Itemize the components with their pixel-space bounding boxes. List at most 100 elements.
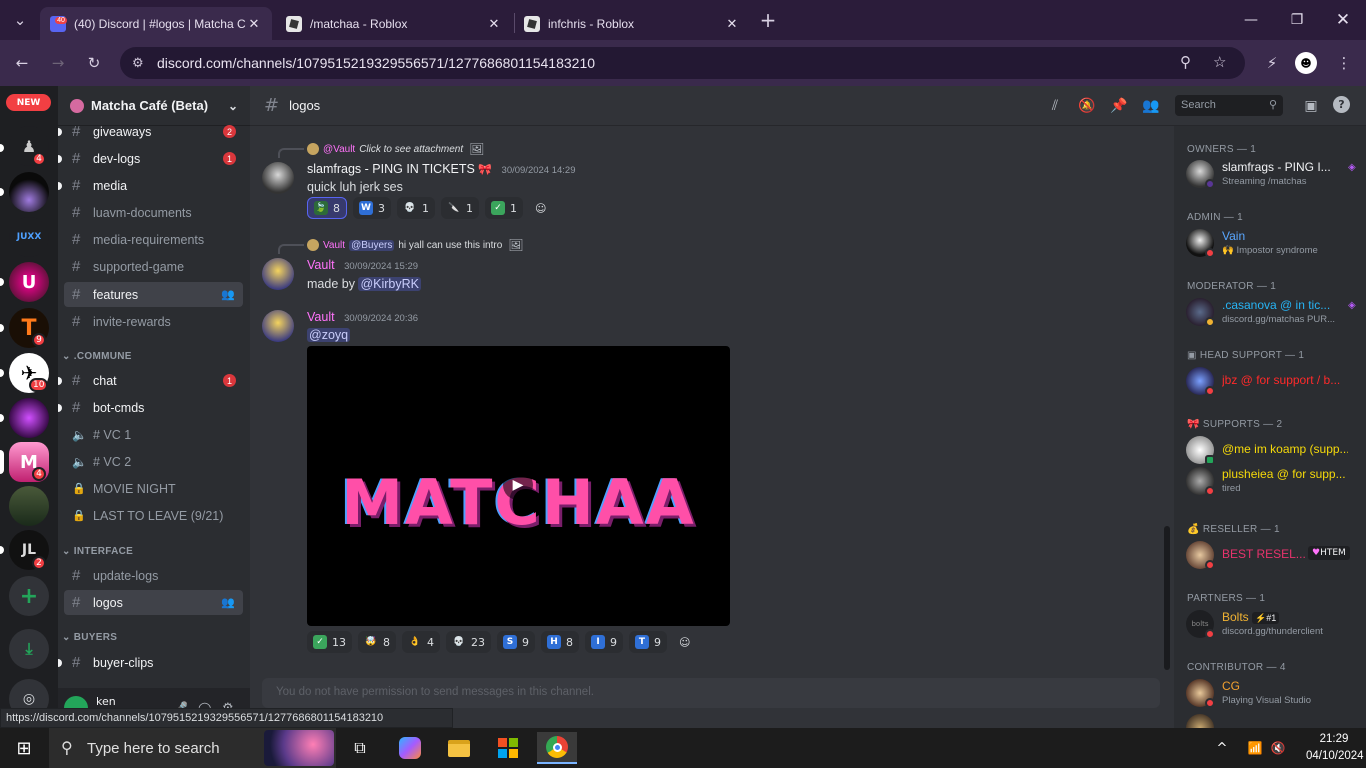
guild-icon[interactable]: JUXX (9, 217, 49, 257)
message-reply-preview[interactable]: Vault @Buyers hi yall can use this intro… (307, 238, 524, 252)
member-jbz[interactable]: jbz @ for support / b... (1186, 365, 1361, 397)
add-reaction-button[interactable]: ☺ (673, 631, 696, 653)
member-cg[interactable]: CG Playing Visual Studio (1186, 677, 1361, 709)
network-icon[interactable]: 📶 (1243, 732, 1267, 764)
voice-channel-last-to-leave[interactable]: 🔒 LAST TO LEAVE (9/21) (64, 503, 243, 528)
reload-icon[interactable]: ↻ (81, 50, 107, 76)
member-list-icon[interactable]: 👥 (1141, 96, 1161, 116)
download-apps-icon[interactable]: ⤓ (9, 629, 49, 669)
reaction-leaf[interactable]: 🍃 8 (307, 197, 347, 219)
avatar[interactable] (262, 310, 294, 342)
site-info-icon[interactable]: ⚙ (132, 55, 144, 71)
video-attachment[interactable]: MATCHAA ▶ (307, 346, 730, 626)
guild-icon[interactable] (9, 172, 49, 212)
user-mention[interactable]: @KirbyRK (358, 277, 421, 291)
task-view-icon[interactable]: ⧉ (340, 732, 380, 764)
channel-buyer-clips[interactable]: # buyer-clips (58, 650, 243, 675)
help-icon[interactable]: ? (1333, 96, 1350, 113)
channel-dev-logs[interactable]: # dev-logs 1 (58, 146, 243, 171)
bookmark-star-icon[interactable]: ☆ (1213, 53, 1226, 71)
reaction-s[interactable]: S9 (497, 631, 535, 653)
file-explorer-icon[interactable] (439, 732, 479, 764)
channel-logos[interactable]: # logos 👥 (64, 590, 243, 615)
windows-start-icon[interactable]: ⊞ (4, 732, 44, 764)
tab-roblox-matchaa[interactable]: /matchaa - Roblox ✕ (276, 7, 512, 40)
channel-media-requirements[interactable]: # media-requirements (64, 227, 243, 252)
avatar[interactable] (262, 162, 294, 194)
member-koamp[interactable]: @me im koamp (supp... (1186, 434, 1361, 466)
profile-avatar[interactable]: ☻ (1295, 52, 1317, 74)
member-bolts[interactable]: bolts Bolts ⚡#1 discord.gg/thunderclient (1186, 608, 1361, 640)
message-author[interactable]: Vault 30/09/2024 15:29 (307, 258, 418, 272)
zoom-icon[interactable]: ⚲ (1180, 53, 1191, 71)
reaction-h[interactable]: H8 (541, 631, 579, 653)
reaction-w[interactable]: W3 (353, 197, 391, 219)
back-icon[interactable]: ← (9, 50, 35, 76)
invite-members-icon[interactable]: 👥 (221, 288, 235, 301)
taskbar-search-input[interactable]: ⚲ Type here to search (49, 728, 336, 768)
channel-bot-cmds[interactable]: # bot-cmds (58, 395, 243, 420)
voice-channel-vc2[interactable]: 🔈 # VC 2 (64, 449, 243, 474)
new-tab-icon[interactable]: + (755, 7, 781, 33)
reaction-skull[interactable]: 💀 1 (397, 197, 435, 219)
close-icon[interactable]: ✕ (724, 16, 740, 32)
reaction-mindblown[interactable]: 🤯 8 (358, 631, 396, 653)
category-buyers[interactable]: ⌄ BUYERS (62, 632, 117, 643)
close-window-icon[interactable]: ✕ (1320, 0, 1366, 40)
chrome-taskbar-icon[interactable] (537, 732, 577, 764)
pin-icon[interactable]: 📌 (1109, 96, 1129, 116)
channel-luavm-documents[interactable]: # luavm-documents (64, 200, 243, 225)
search-input[interactable]: Search ⚲ (1175, 95, 1283, 116)
extension-icon[interactable]: ⚡ (1259, 50, 1285, 76)
message-author[interactable]: Vault 30/09/2024 20:36 (307, 310, 418, 324)
system-clock[interactable]: 21:29 04/10/2024 (1306, 731, 1364, 765)
member-partial[interactable] (1186, 712, 1361, 728)
add-server-icon[interactable]: + (9, 576, 49, 616)
chevron-down-icon[interactable]: ⌄ (228, 99, 238, 113)
menu-kebab-icon[interactable]: ⋮ (1331, 50, 1357, 76)
channel-chat[interactable]: # chat 1 (58, 368, 243, 393)
notifications-muted-icon[interactable]: 🔕 (1077, 96, 1097, 116)
user-mention[interactable]: @zoyq (307, 328, 351, 342)
reaction-t[interactable]: T9 (629, 631, 667, 653)
channel-giveaways[interactable]: # giveaways 2 (58, 119, 243, 144)
channel-supported-game[interactable]: # supported-game (64, 254, 243, 279)
guild-icon[interactable] (9, 398, 49, 438)
member-plusheiea[interactable]: plusheiea @ for supp... tired (1186, 465, 1361, 497)
volume-muted-icon[interactable]: 🔇 (1266, 732, 1290, 764)
message-scrollbar[interactable] (1164, 526, 1170, 670)
invite-members-icon[interactable]: 👥 (221, 596, 235, 609)
member-vain[interactable]: Vain 🙌 Impostor syndrome (1186, 227, 1361, 259)
voice-channel-movie-night[interactable]: 🔒 MOVIE NIGHT (64, 476, 243, 501)
reaction-skull[interactable]: 💀 23 (446, 631, 491, 653)
play-icon[interactable]: ▶ (503, 470, 533, 500)
channel-invite-rewards[interactable]: # invite-rewards (64, 309, 243, 334)
channel-media[interactable]: # media (58, 173, 243, 198)
add-reaction-button[interactable]: ☺ (529, 197, 552, 219)
chevron-up-icon[interactable]: ^ (1210, 732, 1234, 764)
category-interface[interactable]: ⌄ INTERFACE (62, 546, 133, 557)
member-slamfrags[interactable]: slamfrags - PING I... ◈ Streaming /match… (1186, 158, 1361, 190)
voice-channel-vc1[interactable]: 🔈 # VC 1 (64, 422, 243, 447)
message-reply-preview[interactable]: @Vault Click to see attachment 🖼 (307, 142, 484, 156)
channel-features[interactable]: # features 👥 (64, 282, 243, 307)
copilot-icon[interactable] (390, 732, 430, 764)
category-commune[interactable]: ⌄ .COMMUNE (62, 351, 132, 362)
new-badge[interactable]: NEW (6, 94, 51, 111)
avatar[interactable] (262, 258, 294, 290)
microsoft-store-icon[interactable] (488, 732, 528, 764)
address-bar[interactable]: ⚙ discord.com/channels/10795152193295565… (120, 47, 1245, 79)
close-icon[interactable]: ✕ (486, 16, 502, 32)
inbox-icon[interactable]: ▣ (1301, 96, 1321, 116)
reaction-i[interactable]: I9 (585, 631, 623, 653)
tab-roblox-infchris[interactable]: infchris - Roblox ✕ (514, 7, 750, 40)
tab-search-icon[interactable]: ⌄ (7, 7, 33, 33)
member-casanova[interactable]: .casanova @ in tic... ◈ discord.gg/match… (1186, 296, 1361, 328)
minimize-icon[interactable]: — (1228, 0, 1274, 40)
forward-icon[interactable]: → (45, 50, 71, 76)
guild-icon[interactable] (9, 486, 49, 526)
reaction-knife[interactable]: 🔪 1 (441, 197, 479, 219)
reaction-check[interactable]: ✓ 13 (307, 631, 352, 653)
channel-update-logs[interactable]: # update-logs (64, 563, 243, 588)
guild-icon[interactable]: U (9, 262, 49, 302)
